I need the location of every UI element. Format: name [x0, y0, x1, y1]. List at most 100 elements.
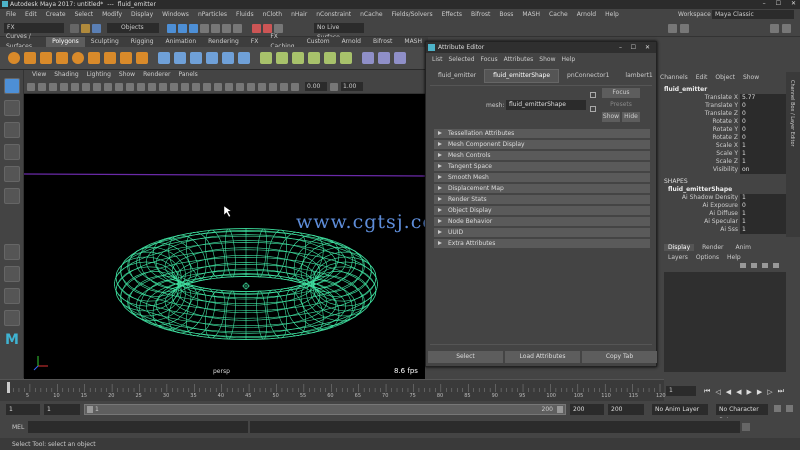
shelf-tab-sculpting[interactable]: Sculpting [85, 37, 125, 47]
playback-end-field[interactable]: 200 [570, 404, 604, 415]
play-backwards-icon[interactable]: ◀ [736, 388, 741, 396]
smooth-shade-icon[interactable] [159, 82, 167, 91]
layer-tab-display[interactable]: Display [664, 243, 695, 251]
new-scene-icon[interactable] [70, 23, 79, 33]
planar-map-icon[interactable] [378, 52, 390, 64]
shape-channel-value[interactable]: 1 [740, 226, 786, 234]
menu-mash[interactable]: MASH [522, 11, 540, 18]
section-render-stats[interactable]: Render Stats [434, 195, 650, 204]
safe-action-icon[interactable] [126, 82, 134, 91]
shape-channel-row[interactable]: Ai Diffuse 1 [660, 210, 786, 218]
new-layer-from-selection-icon[interactable] [773, 263, 779, 268]
isolate-select-icon[interactable] [258, 82, 266, 91]
menu-select[interactable]: Select [75, 11, 94, 18]
channel-value[interactable]: 5.77 [740, 94, 786, 102]
show-button[interactable]: Show [602, 112, 620, 122]
viewport-menu-show[interactable]: Show [119, 70, 135, 80]
step-back-key-icon[interactable]: ◁ [715, 388, 720, 396]
channel-row[interactable]: Scale X1 [660, 142, 786, 150]
gamma-icon[interactable] [330, 82, 338, 91]
select-by-hierarchy-icon[interactable] [167, 23, 176, 33]
xray-joints-icon[interactable] [280, 82, 288, 91]
layer-menu-help[interactable]: Help [727, 254, 741, 261]
grid-icon[interactable] [71, 82, 79, 91]
channel-value[interactable]: 0 [740, 118, 786, 126]
layer-menu-layers[interactable]: Layers [668, 254, 688, 261]
save-scene-icon[interactable] [92, 23, 101, 33]
channel-box-toggle-icon[interactable] [782, 24, 791, 33]
character-set-dropdown[interactable]: No Character Set [716, 404, 768, 424]
channel-row[interactable]: Scale Z1 [660, 158, 786, 166]
shape-channel-value[interactable]: 1 [740, 210, 786, 218]
multi-cut-icon[interactable] [324, 52, 336, 64]
platonic-solid-icon[interactable] [120, 52, 132, 64]
minimize-icon[interactable]: – [763, 0, 766, 7]
play-forwards-icon[interactable]: ▶ [746, 388, 751, 396]
mirror-icon[interactable] [238, 52, 250, 64]
ae-menu-attributes[interactable]: Attributes [504, 53, 534, 66]
ae-tab-pnconnector1[interactable]: pnConnector1 [559, 70, 617, 82]
ae-minimize-icon[interactable]: – [619, 42, 622, 53]
select-mode-dropdown[interactable]: Objects [107, 23, 159, 33]
automatic-map-icon[interactable] [394, 52, 406, 64]
new-empty-layer-icon[interactable] [762, 263, 768, 268]
open-scene-icon[interactable] [81, 23, 90, 33]
ae-menu-selected[interactable]: Selected [449, 53, 475, 66]
mel-command-input[interactable] [28, 421, 248, 433]
shelf-tab-animation[interactable]: Animation [160, 37, 203, 47]
snap-grid-icon[interactable] [200, 23, 209, 33]
preferences-icon[interactable] [786, 405, 793, 412]
smooth-icon[interactable] [222, 52, 234, 64]
step-forward-frame-icon[interactable]: ▶ [757, 388, 762, 396]
boolean-icon[interactable] [206, 52, 218, 64]
shape-channel-value[interactable]: 0 [740, 202, 786, 210]
attribute-editor-toggle-icon[interactable] [770, 24, 779, 33]
render-icon[interactable] [252, 23, 261, 33]
gamma-field[interactable]: 1.00 [341, 82, 363, 91]
auto-key-icon[interactable] [774, 405, 781, 412]
poly-cube-icon[interactable] [24, 52, 36, 64]
ae-menu-show[interactable]: Show [539, 53, 555, 66]
poly-cylinder-icon[interactable] [40, 52, 52, 64]
go-to-start-icon[interactable]: ⏮ [704, 387, 710, 396]
anim-layer-dropdown[interactable]: No Anim Layer [652, 404, 708, 415]
shape-channel-row[interactable]: Ai Specular 1 [660, 218, 786, 226]
channel-box-side-tab[interactable]: Channel Box / Layer Editor [786, 72, 800, 237]
section-mesh-controls[interactable]: Mesh Controls [434, 151, 650, 160]
separate-icon[interactable] [174, 52, 186, 64]
ae-menu-help[interactable]: Help [561, 53, 575, 66]
section-object-display[interactable]: Object Display [434, 206, 650, 215]
section-displacement-map[interactable]: Displacement Map [434, 184, 650, 193]
shape-channel-row[interactable]: Ai Shadow Density 1 [660, 194, 786, 202]
range-slider-start-handle[interactable] [87, 406, 93, 413]
select-button[interactable]: Select [428, 351, 503, 363]
shelf-tab-mash[interactable]: MASH [398, 37, 428, 47]
graph-editor-layout-icon[interactable] [4, 310, 20, 326]
target-weld-icon[interactable] [340, 52, 352, 64]
viewport-menu-panels[interactable]: Panels [178, 70, 197, 80]
mesh-name-field[interactable]: fluid_emitterShape [506, 100, 586, 110]
channel-value[interactable]: 1 [740, 142, 786, 150]
use-all-lights-icon[interactable] [192, 82, 200, 91]
viewport-menu-lighting[interactable]: Lighting [87, 70, 111, 80]
menu-create[interactable]: Create [46, 11, 66, 18]
shelf-tab-rendering[interactable]: Rendering [202, 37, 245, 47]
depth-of-field-icon[interactable] [247, 82, 255, 91]
attribute-editor-title-bar[interactable]: Attribute Editor – ☐ ✕ [426, 42, 656, 53]
section-tessellation-attributes[interactable]: Tessellation Attributes [434, 129, 650, 138]
copy-tab-button[interactable]: Copy Tab [582, 351, 657, 363]
go-to-end-icon[interactable]: ⏭ [778, 387, 784, 396]
uv-editor-icon[interactable] [362, 52, 374, 64]
viewport-menu-shading[interactable]: Shading [54, 70, 78, 80]
ae-menu-list[interactable]: List [432, 53, 443, 66]
output-connections-icon[interactable] [590, 106, 596, 112]
character-controls-icon[interactable] [680, 24, 689, 33]
film-gate-icon[interactable] [82, 82, 90, 91]
menu-windows[interactable]: Windows [162, 11, 189, 18]
bookmark-icon[interactable] [49, 82, 57, 91]
section-smooth-mesh[interactable]: Smooth Mesh [434, 173, 650, 182]
poly-torus-icon[interactable] [72, 52, 84, 64]
poly-disc-icon[interactable] [104, 52, 116, 64]
layer-menu-options[interactable]: Options [696, 254, 719, 261]
layer-tab-anim[interactable]: Anim [732, 244, 755, 251]
